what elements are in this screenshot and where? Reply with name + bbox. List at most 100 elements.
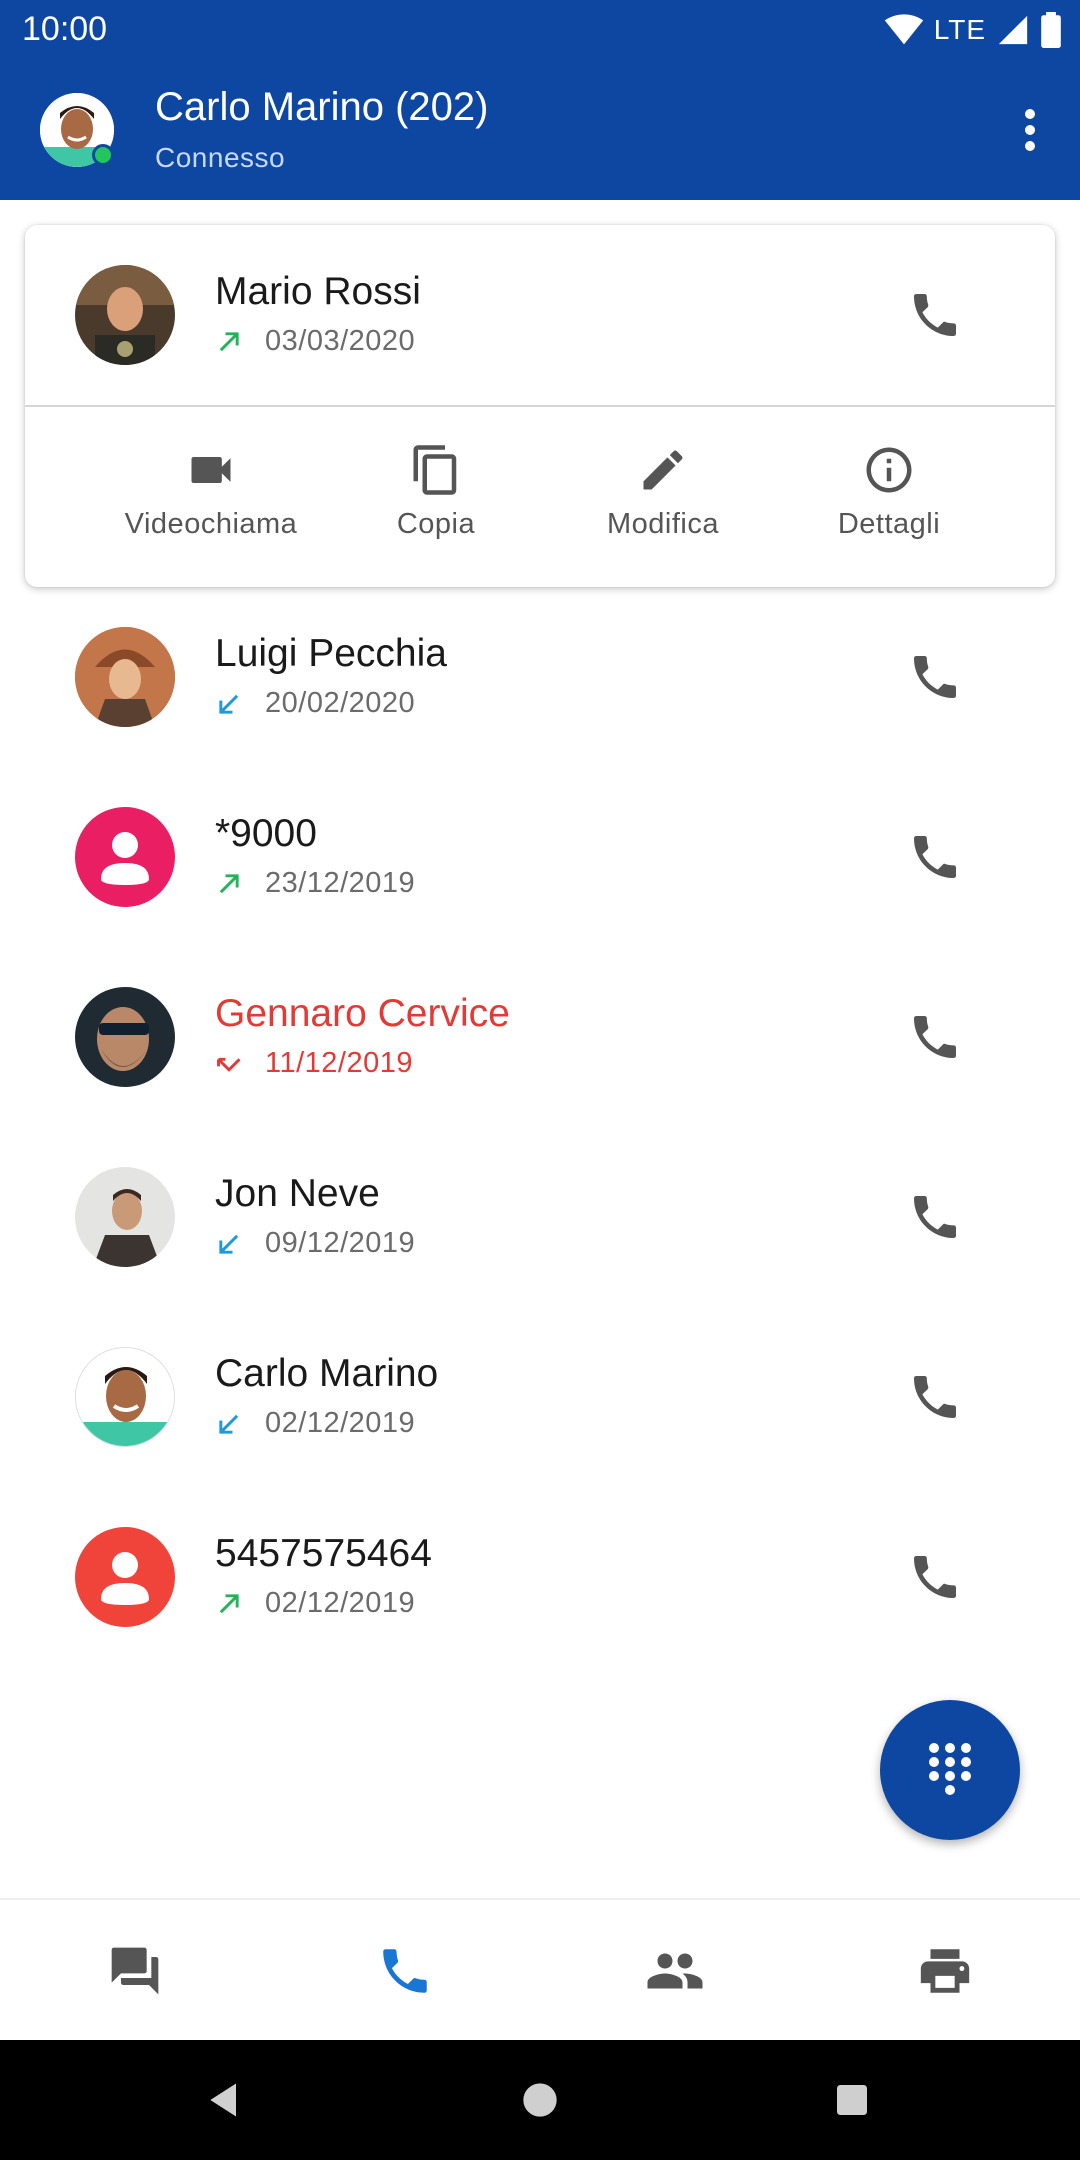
phone-icon xyxy=(914,656,956,698)
wifi-icon xyxy=(884,14,923,45)
avatar xyxy=(75,1347,175,1447)
call-button[interactable] xyxy=(900,1002,970,1072)
person-icon xyxy=(101,832,149,885)
avatar xyxy=(75,1167,175,1267)
call-meta: 11/12/2019 xyxy=(215,1047,413,1080)
outgoing-call-icon xyxy=(219,1593,239,1613)
phone-icon xyxy=(383,1949,427,1993)
signal-icon xyxy=(998,15,1028,45)
bottom-navigation xyxy=(0,1898,1080,2040)
call-row[interactable]: Luigi Pecchia 20/02/2020 xyxy=(0,597,1080,757)
call-meta: 02/12/2019 xyxy=(215,1587,415,1620)
call-date: 09/12/2019 xyxy=(265,1227,416,1259)
contact-name: Mario Rossi xyxy=(215,270,421,313)
phone-icon xyxy=(914,836,956,878)
avatar xyxy=(75,807,175,907)
call-date: 11/12/2019 xyxy=(265,1047,413,1079)
back-button[interactable] xyxy=(195,2070,255,2130)
avatar xyxy=(75,627,175,727)
copy-button[interactable]: Copia xyxy=(326,408,546,587)
incoming-call-icon xyxy=(219,1234,239,1254)
phone-icon xyxy=(914,294,956,336)
account-name: Carlo Marino (202) xyxy=(155,85,489,129)
videocam-icon xyxy=(191,457,231,483)
avatar xyxy=(75,1527,175,1627)
chat-icon xyxy=(111,1947,159,1995)
nav-chat[interactable] xyxy=(0,1900,270,2042)
info-icon xyxy=(866,447,912,493)
phone-icon xyxy=(914,1196,956,1238)
app-header: 10:00 LTE Carlo Marino (202) Connesso xyxy=(0,0,1080,200)
call-meta: 02/12/2019 xyxy=(215,1407,415,1440)
status-icons: LTE xyxy=(884,12,1062,48)
recents-button[interactable] xyxy=(822,2070,882,2130)
details-label: Dettagli xyxy=(837,508,941,540)
contact-name: Jon Neve xyxy=(215,1172,380,1215)
call-button[interactable] xyxy=(900,642,970,712)
edit-icon xyxy=(643,450,683,490)
edit-label: Modifica xyxy=(607,508,719,540)
network-type: LTE xyxy=(933,14,986,45)
fax-icon xyxy=(920,1949,970,1993)
phone-icon xyxy=(914,1556,956,1598)
call-date: 20/02/2020 xyxy=(265,687,416,719)
person-icon xyxy=(101,1552,149,1605)
dialpad-icon xyxy=(929,1743,971,1795)
call-row[interactable]: Jon Neve 09/12/2019 xyxy=(0,1137,1080,1297)
call-date: 02/12/2019 xyxy=(265,1407,416,1439)
call-meta: 23/12/2019 xyxy=(215,867,415,900)
dialpad-fab[interactable] xyxy=(880,1700,1020,1840)
nav-calls[interactable] xyxy=(270,1900,540,2042)
video-call-button[interactable]: Videochiama xyxy=(101,408,321,587)
system-navigation-bar xyxy=(0,2040,1080,2160)
home-button[interactable] xyxy=(510,2070,570,2130)
status-time: 10:00 xyxy=(22,10,108,48)
contacts-icon xyxy=(647,1953,703,1989)
home-icon xyxy=(523,2083,557,2117)
edit-button[interactable]: Modifica xyxy=(553,408,773,587)
call-button[interactable] xyxy=(900,1542,970,1612)
incoming-call-icon xyxy=(219,694,239,714)
call-button[interactable] xyxy=(900,822,970,892)
contact-name: 5457575464 xyxy=(215,1532,432,1575)
contact-name: Carlo Marino xyxy=(215,1352,439,1395)
outgoing-call-icon xyxy=(219,331,239,351)
call-row[interactable]: 5457575464 02/12/2019 xyxy=(0,1497,1080,1657)
call-date: 23/12/2019 xyxy=(265,867,416,899)
contact-name: Luigi Pecchia xyxy=(215,632,447,675)
avatar xyxy=(75,265,175,365)
avatar xyxy=(75,987,175,1087)
call-meta: 09/12/2019 xyxy=(215,1227,415,1260)
status-bar: 10:00 LTE xyxy=(0,0,1080,60)
incoming-call-icon xyxy=(219,1414,239,1434)
call-row[interactable]: Gennaro Cervice 11/12/2019 xyxy=(0,957,1080,1117)
expanded-call-card[interactable]: Mario Rossi 03/03/2020 Videochiama Copia… xyxy=(25,225,1055,587)
call-date: 03/03/2020 xyxy=(265,325,416,357)
nav-contacts[interactable] xyxy=(540,1900,810,2042)
more-vert-icon xyxy=(1025,109,1035,151)
outgoing-call-icon xyxy=(219,873,239,893)
missed-call-icon xyxy=(217,1057,241,1072)
phone-icon xyxy=(914,1016,956,1058)
call-row[interactable]: *9000 23/12/2019 xyxy=(0,777,1080,937)
details-button[interactable]: Dettagli xyxy=(779,408,999,587)
copy-icon xyxy=(413,445,457,495)
copy-label: Copia xyxy=(396,508,476,540)
call-button[interactable] xyxy=(900,280,970,350)
contact-name: Gennaro Cervice xyxy=(215,992,510,1035)
call-actions: Videochiama Copia Modifica Dettagli xyxy=(25,408,1055,587)
phone-icon xyxy=(914,1376,956,1418)
call-meta: 20/02/2020 xyxy=(215,687,415,720)
overflow-menu-button[interactable] xyxy=(1000,100,1060,160)
connection-status: Connesso xyxy=(155,142,286,173)
video-call-label: Videochiama xyxy=(124,508,298,540)
recents-icon xyxy=(837,2085,867,2115)
call-meta: 03/03/2020 xyxy=(215,325,415,358)
presence-indicator xyxy=(92,144,114,166)
call-button[interactable] xyxy=(900,1182,970,1252)
nav-fax[interactable] xyxy=(810,1900,1080,2042)
call-date: 02/12/2019 xyxy=(265,1587,416,1619)
battery-icon xyxy=(1041,12,1061,48)
call-row[interactable]: Carlo Marino 02/12/2019 xyxy=(0,1317,1080,1477)
call-button[interactable] xyxy=(900,1362,970,1432)
